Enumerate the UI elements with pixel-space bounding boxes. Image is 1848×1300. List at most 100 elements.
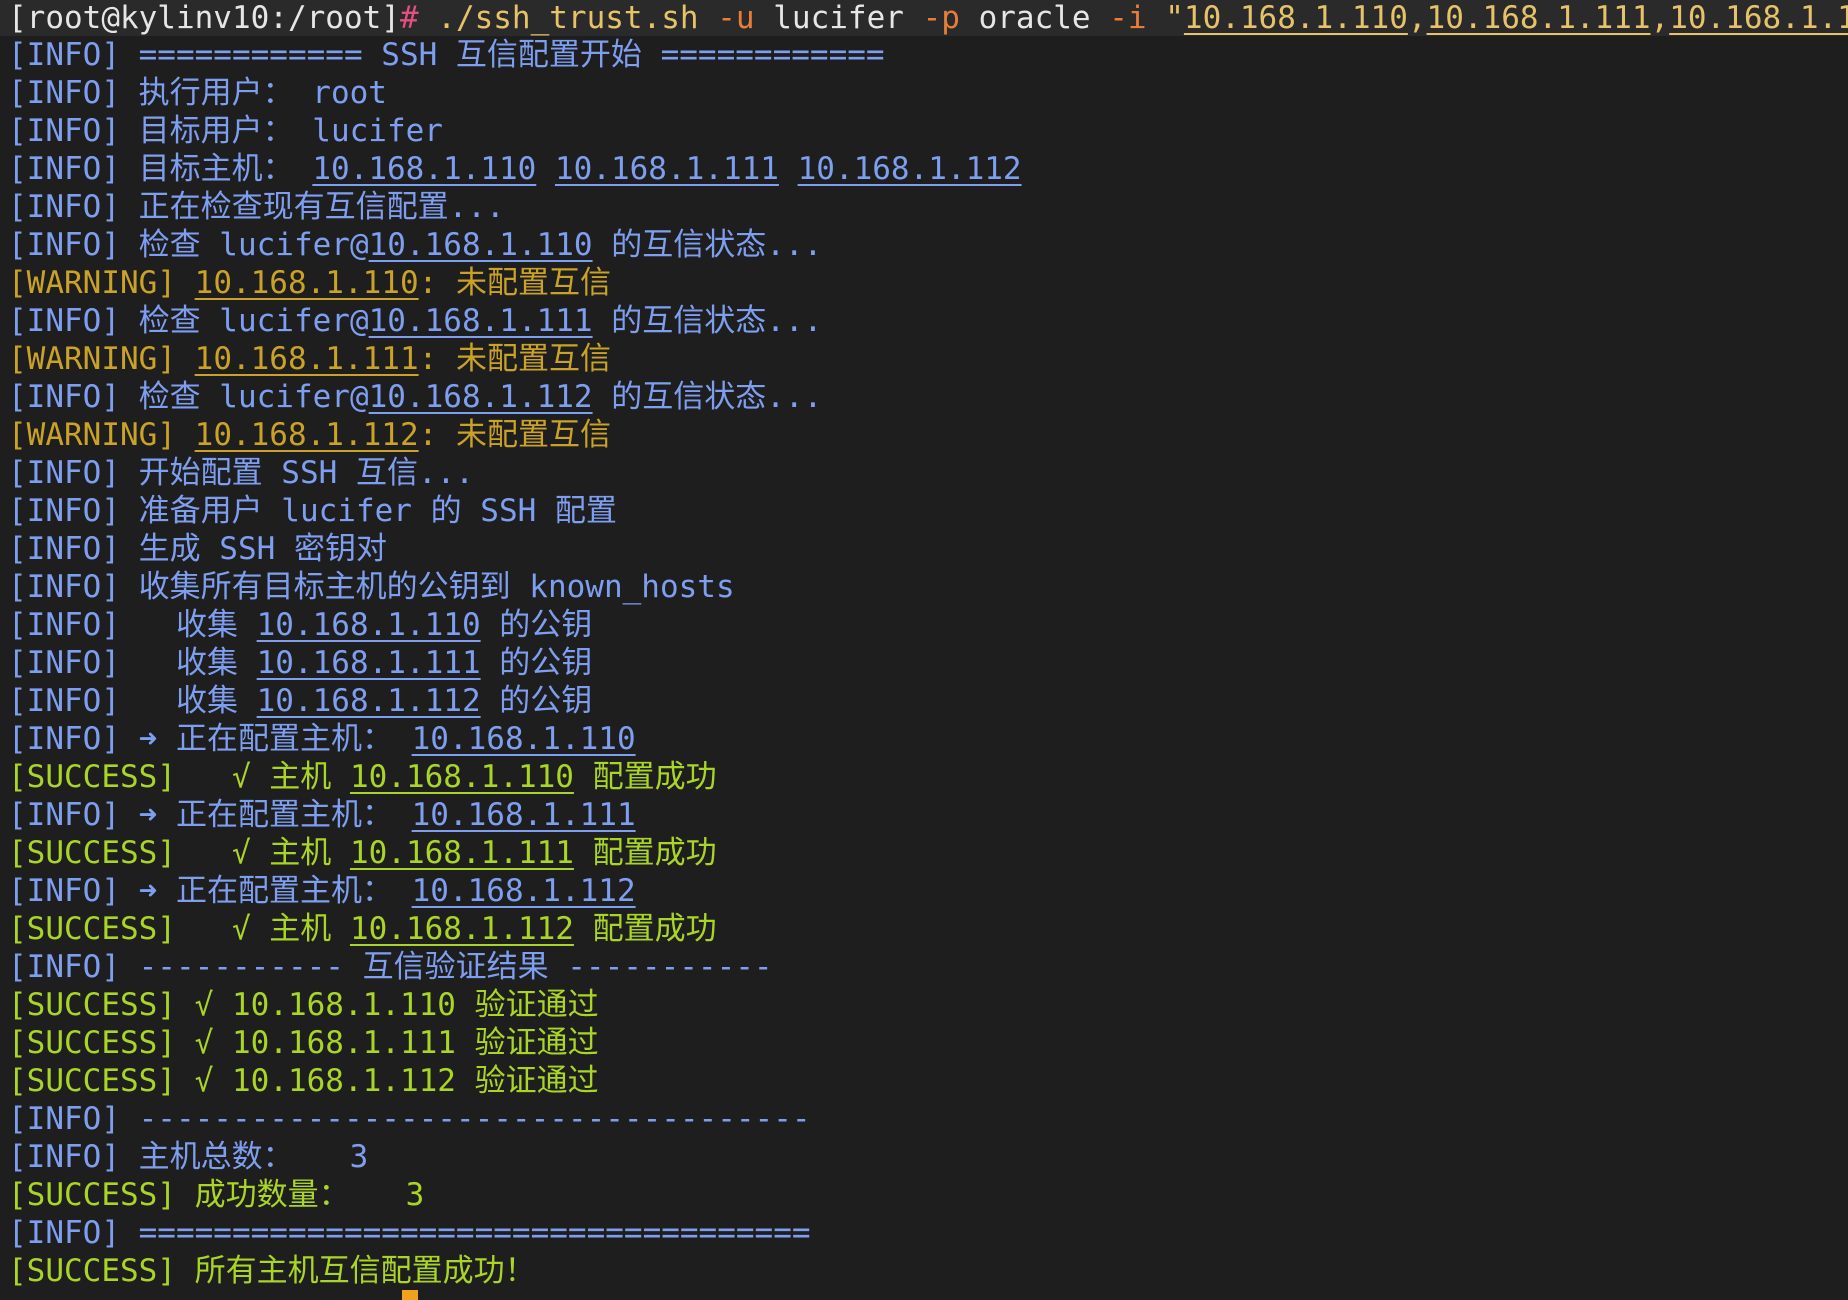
- log-tag-info: [INFO]: [8, 531, 120, 567]
- output-line: [SUCCESS] √ 主机 10.168.1.111 配置成功: [8, 834, 1848, 872]
- terminal-output: [INFO] ============ SSH 互信配置开始 =========…: [0, 36, 1848, 1300]
- prompt-flag-p: -p: [922, 0, 960, 36]
- prompt-flag-i: -i: [1109, 0, 1147, 36]
- log-text: 的公钥: [480, 683, 593, 719]
- output-line: [INFO] 收集 10.168.1.111 的公钥: [8, 644, 1848, 682]
- log-text: 收集: [119, 607, 257, 643]
- log-tag-success: [SUCCESS]: [8, 1063, 176, 1099]
- log-text: 的公钥: [480, 645, 593, 681]
- output-line: [INFO] 检查 lucifer@10.168.1.111 的互信状态...: [8, 302, 1848, 340]
- log-tag-info: [INFO]: [8, 569, 120, 605]
- log-tag-success: [SUCCESS]: [8, 911, 176, 947]
- prompt-hash: #: [399, 0, 419, 36]
- prompt-arg-p: oracle: [978, 0, 1091, 36]
- output-line: [INFO] 检查 lucifer@10.168.1.112 的互信状态...: [8, 378, 1848, 416]
- log-text: 收集所有目标主机的公钥到 known_hosts: [119, 569, 735, 605]
- ip-link: 10.168.1.111: [349, 835, 574, 871]
- log-text: √ 10.168.1.111 验证通过: [175, 1025, 599, 1061]
- prompt-user: [root@kylinv10:/root]: [8, 0, 400, 36]
- log-tag-info: [INFO]: [8, 683, 120, 719]
- log-text: √ 主机: [175, 911, 350, 947]
- ip-link: 10.168.1.112: [349, 911, 574, 947]
- output-line: [INFO] 主机总数： 3: [8, 1138, 1848, 1176]
- log-text: 主机总数： 3: [119, 1139, 369, 1175]
- output-line: [INFO] ➜ 正在配置主机： 10.168.1.110: [8, 720, 1848, 758]
- next-prompt-line[interactable]: [8, 1290, 1848, 1300]
- output-line: [INFO] 检查 lucifer@10.168.1.110 的互信状态...: [8, 226, 1848, 264]
- output-line: [SUCCESS] √ 主机 10.168.1.112 配置成功: [8, 910, 1848, 948]
- log-text: 正在检查现有互信配置...: [119, 189, 505, 225]
- output-line: [SUCCESS] √ 10.168.1.112 验证通过: [8, 1062, 1848, 1100]
- log-text: ----------- 互信验证结果 -----------: [119, 949, 773, 985]
- output-line: [INFO] ➜ 正在配置主机： 10.168.1.111: [8, 796, 1848, 834]
- log-tag-success: [SUCCESS]: [8, 987, 176, 1023]
- output-line: [WARNING] 10.168.1.112: 未配置互信: [8, 416, 1848, 454]
- output-line: [INFO] 收集 10.168.1.112 的公钥: [8, 682, 1848, 720]
- log-text: 成功数量： 3: [175, 1177, 425, 1213]
- output-line: [SUCCESS] √ 主机 10.168.1.110 配置成功: [8, 758, 1848, 796]
- log-text: 准备用户 lucifer 的 SSH 配置: [119, 493, 617, 529]
- output-line: [INFO] ----------- 互信验证结果 -----------: [8, 948, 1848, 986]
- output-line: [INFO] =================================…: [8, 1214, 1848, 1252]
- terminal-cursor: [402, 1290, 418, 1300]
- log-text: : 未配置互信: [418, 341, 611, 377]
- ip-link: 10.168.1.112: [194, 417, 419, 453]
- ip-link: 10.168.1.111: [368, 303, 593, 339]
- output-line: [SUCCESS] 所有主机互信配置成功！: [8, 1252, 1848, 1290]
- log-tag-info: [INFO]: [8, 151, 120, 187]
- output-line: [INFO] ============ SSH 互信配置开始 =========…: [8, 36, 1848, 74]
- prompt-ip-2: 10.168.1.111: [1426, 0, 1651, 36]
- log-text: ➜ 正在配置主机：: [119, 873, 412, 909]
- output-line: [INFO] 准备用户 lucifer 的 SSH 配置: [8, 492, 1848, 530]
- ip-link: 10.168.1.110: [312, 151, 537, 187]
- ip-link: 10.168.1.112: [256, 683, 481, 719]
- ip-link: 10.168.1.110: [256, 607, 481, 643]
- ip-link: 10.168.1.110: [411, 721, 636, 757]
- log-tag-info: [INFO]: [8, 379, 120, 415]
- prompt-ip-1: 10.168.1.110: [1183, 0, 1408, 36]
- log-tag-info: [INFO]: [8, 797, 120, 833]
- log-text: ➜ 正在配置主机：: [119, 721, 412, 757]
- log-text: 的互信状态...: [592, 303, 823, 339]
- log-text: √ 主机: [175, 835, 350, 871]
- ip-link: 10.168.1.111: [554, 151, 779, 187]
- log-tag-warning: [WARNING]: [8, 265, 176, 301]
- log-tag-info: [INFO]: [8, 189, 120, 225]
- log-tag-info: [INFO]: [8, 645, 120, 681]
- log-tag-success: [SUCCESS]: [8, 835, 176, 871]
- log-text: 检查 lucifer@: [119, 303, 369, 339]
- log-text: : 未配置互信: [418, 265, 611, 301]
- ip-link: 10.168.1.110: [368, 227, 593, 263]
- log-tag-success: [SUCCESS]: [8, 759, 176, 795]
- log-tag-info: [INFO]: [8, 721, 120, 757]
- log-text: 配置成功: [573, 911, 717, 947]
- log-tag-success: [SUCCESS]: [8, 1177, 176, 1213]
- terminal-window[interactable]: [root@kylinv10:/root]# ./ssh_trust.sh -u…: [0, 0, 1848, 1300]
- output-line: [WARNING] 10.168.1.111: 未配置互信: [8, 340, 1848, 378]
- prompt-comma: ,: [1407, 0, 1427, 36]
- log-text: √ 主机: [175, 759, 350, 795]
- log-text: 的互信状态...: [592, 227, 823, 263]
- log-text: 的公钥: [480, 607, 593, 643]
- log-tag-success: [SUCCESS]: [8, 1025, 176, 1061]
- log-tag-info: [INFO]: [8, 607, 120, 643]
- prompt-quote-open: ": [1165, 0, 1184, 36]
- output-line: [INFO] ---------------------------------…: [8, 1100, 1848, 1138]
- log-text: ------------------------------------: [119, 1101, 811, 1137]
- output-line: [WARNING] 10.168.1.110: 未配置互信: [8, 264, 1848, 302]
- output-line: [INFO] 收集所有目标主机的公钥到 known_hosts: [8, 568, 1848, 606]
- output-line: [SUCCESS] √ 10.168.1.110 验证通过: [8, 986, 1848, 1024]
- output-line: [INFO] 目标用户： lucifer: [8, 112, 1848, 150]
- log-tag-info: [INFO]: [8, 303, 120, 339]
- log-tag-warning: [WARNING]: [8, 417, 176, 453]
- log-tag-info: [INFO]: [8, 227, 120, 263]
- log-text: 目标主机：: [119, 151, 294, 187]
- log-tag-success: [SUCCESS]: [8, 1253, 176, 1289]
- log-tag-warning: [WARNING]: [8, 341, 176, 377]
- log-text: 检查 lucifer@: [119, 379, 369, 415]
- log-tag-info: [INFO]: [8, 113, 120, 149]
- ip-link: 10.168.1.112: [368, 379, 593, 415]
- ip-link: 10.168.1.110: [194, 265, 419, 301]
- prompt-comma: ,: [1650, 0, 1670, 36]
- log-text: ➜ 正在配置主机：: [119, 797, 412, 833]
